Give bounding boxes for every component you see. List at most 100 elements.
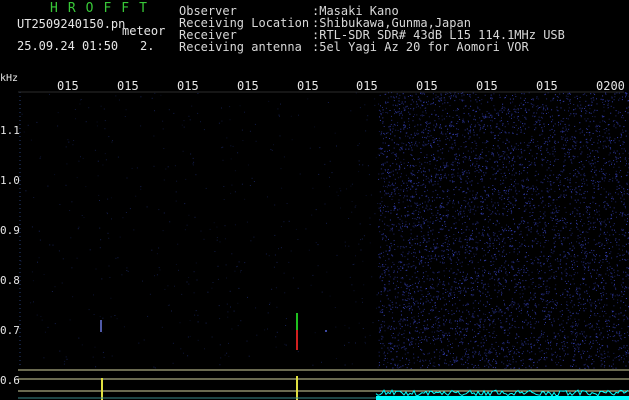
noise-pixel (582, 231, 584, 233)
noise-pixel (512, 148, 514, 150)
noise-pixel (408, 340, 410, 342)
noise-pixel (441, 244, 443, 246)
noise-pixel (465, 180, 467, 182)
noise-pixel (422, 304, 424, 306)
noise-pixel (428, 364, 430, 366)
noise-pixel (409, 95, 411, 96)
noise-pixel (603, 168, 605, 170)
noise-pixel (584, 251, 586, 253)
noise-pixel (605, 93, 607, 95)
noise-pixel (431, 286, 433, 288)
noise-pixel (562, 294, 564, 296)
noise-pixel (520, 360, 522, 362)
noise-pixel (424, 137, 426, 138)
noise-pixel (596, 272, 598, 274)
noise-pixel (623, 320, 625, 322)
noise-pixel (392, 170, 394, 172)
noise-pixel (515, 289, 517, 291)
noise-pixel (410, 134, 412, 136)
noise-pixel (506, 215, 508, 216)
noise-pixel (491, 166, 493, 168)
noise-pixel (388, 270, 390, 272)
noise-pixel (609, 147, 611, 149)
noise-pixel (534, 219, 536, 221)
noise-pixel (621, 284, 622, 286)
noise-pixel (399, 328, 401, 330)
noise-pixel (530, 346, 532, 348)
noise-pixel (564, 109, 566, 111)
noise-pixel (432, 306, 434, 308)
noise-pixel (420, 152, 422, 153)
noise-pixel (474, 223, 476, 225)
noise-pixel (469, 198, 471, 200)
noise-pixel (623, 198, 625, 200)
noise-pixel (572, 138, 574, 140)
noise-pixel (527, 222, 529, 224)
noise-pixel (569, 188, 571, 190)
noise-pixel (581, 219, 583, 221)
noise-pixel (385, 260, 386, 262)
noise-pixel (428, 197, 430, 199)
noise-pixel (411, 95, 413, 97)
noise-pixel (444, 235, 446, 237)
noise-pixel (402, 357, 403, 359)
noise-pixel (380, 324, 382, 326)
noise-pixel (615, 192, 617, 194)
noise-pixel (387, 211, 389, 213)
noise-pixel (379, 203, 381, 205)
noise-pixel (609, 234, 611, 236)
noise-pixel (507, 199, 509, 200)
noise-pixel (445, 303, 447, 305)
noise-pixel (420, 168, 421, 170)
noise-pixel (399, 104, 401, 105)
noise-pixel (496, 247, 498, 249)
noise-pixel (506, 224, 508, 226)
noise-pixel (426, 205, 428, 207)
noise-pixel (459, 239, 461, 241)
noise-pixel (617, 193, 619, 195)
noise-pixel (567, 96, 569, 98)
noise-pixel (450, 137, 452, 139)
noise-pixel (573, 109, 575, 111)
noise-pixel (398, 347, 399, 349)
noise-pixel (608, 139, 610, 141)
noise-pixel (474, 158, 476, 159)
noise-pixel (605, 237, 607, 239)
noise-pixel (409, 137, 411, 139)
noise-pixel (413, 265, 415, 266)
noise-pixel (472, 194, 474, 196)
noise-pixel (419, 340, 421, 341)
noise-pixel (553, 174, 555, 176)
noise-pixel (604, 205, 606, 207)
noise-pixel (409, 289, 410, 291)
noise-pixel (384, 270, 386, 272)
noise-pixel (497, 145, 499, 147)
noise-pixel (520, 310, 522, 311)
noise-pixel (559, 311, 561, 313)
noise-pixel (556, 96, 558, 97)
noise-pixel (610, 112, 612, 114)
noise-pixel (407, 239, 409, 241)
noise-pixel (537, 222, 539, 224)
noise-pixel (499, 270, 501, 271)
noise-pixel (543, 307, 545, 308)
noise-pixel (527, 306, 529, 308)
noise-pixel (450, 146, 452, 148)
noise-pixel (626, 174, 628, 176)
noise-pixel (545, 340, 547, 342)
noise-pixel (627, 274, 629, 276)
noise-pixel (388, 238, 389, 240)
noise-pixel (431, 178, 432, 180)
noise-pixel (475, 111, 477, 113)
noise-pixel (394, 363, 396, 365)
noise-pixel (575, 312, 577, 314)
noise-pixel (603, 201, 605, 203)
noise-pixel (445, 108, 447, 110)
noise-pixel (506, 356, 508, 358)
noise-pixel (406, 275, 408, 277)
noise-pixel (477, 182, 479, 184)
noise-pixel (459, 327, 461, 329)
noise-pixel (606, 298, 608, 300)
noise-pixel (433, 140, 435, 142)
noise-pixel (442, 133, 444, 135)
